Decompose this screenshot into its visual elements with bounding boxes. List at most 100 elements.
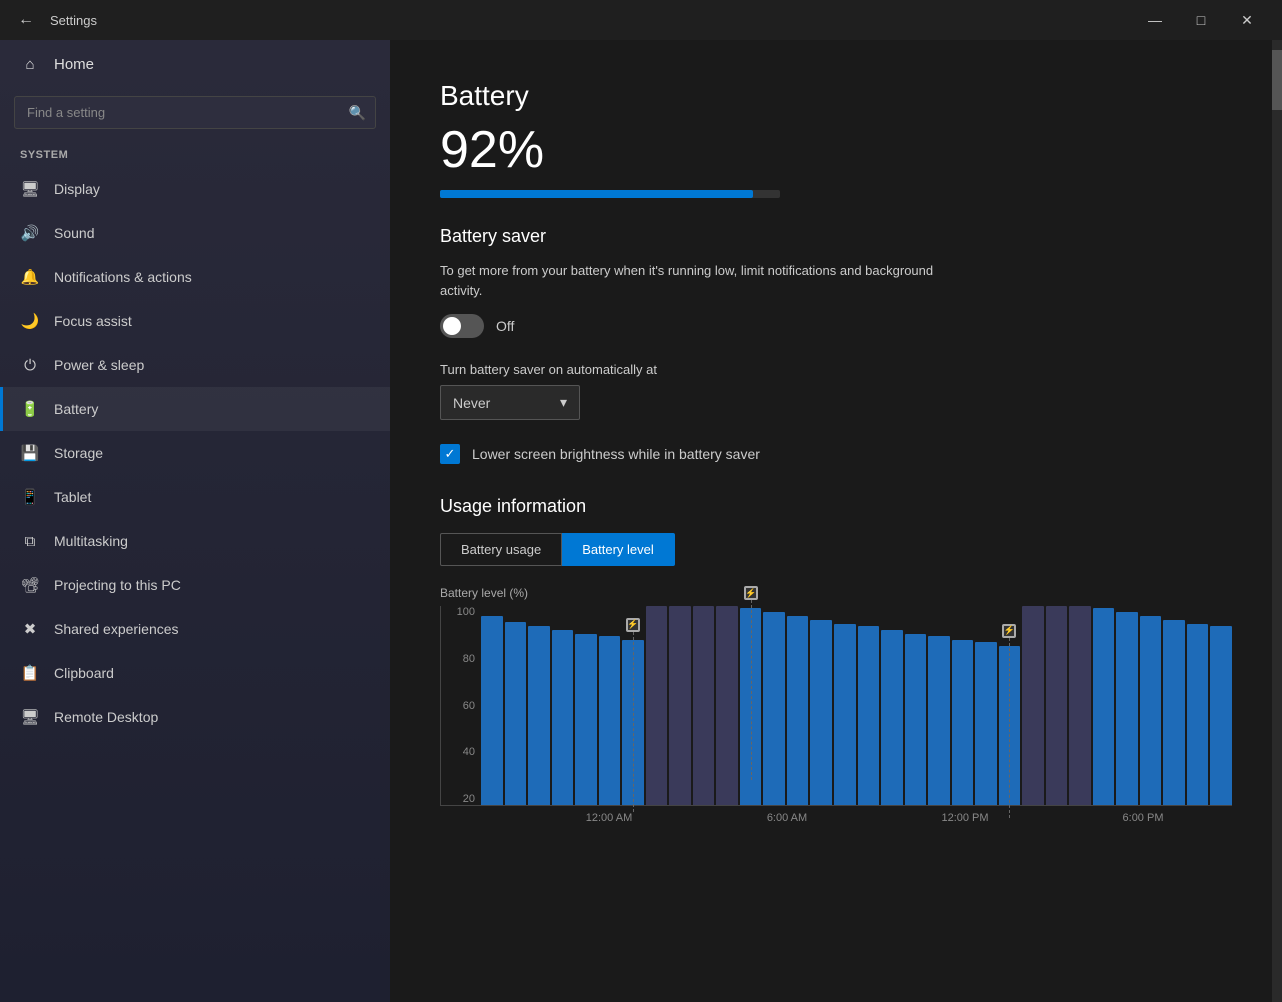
chart-bar-8 — [669, 606, 691, 805]
chart-bar-15 — [834, 624, 856, 805]
y-tick-100: 100 — [441, 606, 481, 618]
sidebar-item-tablet[interactable]: 📱 Tablet — [0, 475, 390, 519]
battery-saver-title: Battery saver — [440, 226, 1232, 247]
chart-bar-3 — [552, 630, 574, 805]
toggle-knob — [443, 317, 461, 335]
sidebar-item-focus[interactable]: 🌙 Focus assist — [0, 299, 390, 343]
chart-area: 100 80 60 40 20 ⚡ ⚡ ⚡ — [440, 606, 1232, 806]
marker-line — [1009, 638, 1010, 818]
sidebar-item-sound[interactable]: 🔊 Sound — [0, 211, 390, 255]
battery-icon: 🔋 — [20, 399, 40, 419]
x-label-6am: 6:00 AM — [698, 812, 876, 824]
tab-battery-level[interactable]: Battery level — [562, 533, 675, 566]
sidebar-section-label: System — [0, 137, 390, 167]
brightness-checkbox-row: ✓ Lower screen brightness while in batte… — [440, 444, 1232, 464]
chart-bar-1 — [505, 622, 527, 805]
chart-bar-23 — [1022, 606, 1044, 805]
y-tick-60: 60 — [441, 700, 481, 712]
sidebar-label-storage: Storage — [54, 445, 103, 461]
storage-icon: 💾 — [20, 443, 40, 463]
marker-line — [633, 632, 634, 812]
brightness-label: Lower screen brightness while in battery… — [472, 446, 760, 462]
marker-line — [751, 600, 752, 780]
app-title: Settings — [50, 13, 1132, 28]
home-icon: ⌂ — [20, 54, 40, 74]
battery-saver-toggle[interactable] — [440, 314, 484, 338]
home-label: Home — [54, 56, 94, 73]
sidebar-label-battery: Battery — [54, 401, 98, 417]
battery-bar-fill — [440, 190, 753, 198]
chart-bar-31 — [1210, 626, 1232, 805]
battery-bar-container — [440, 190, 780, 198]
dropdown-value: Never — [453, 395, 490, 411]
sidebar-item-power[interactable]: ⏻ Power & sleep — [0, 343, 390, 387]
sound-icon: 🔊 — [20, 223, 40, 243]
chart-bar-4 — [575, 634, 597, 805]
sidebar-item-remote[interactable]: 🖥 Remote Desktop — [0, 695, 390, 739]
shared-icon: ✖ — [20, 619, 40, 639]
sidebar-item-home[interactable]: ⌂ Home — [0, 40, 390, 88]
battery-chart: Battery level (%) 100 80 60 40 20 ⚡ ⚡ ⚡ — [440, 586, 1232, 824]
sidebar-item-projecting[interactable]: 📽 Projecting to this PC — [0, 563, 390, 607]
sidebar-item-battery[interactable]: 🔋 Battery — [0, 387, 390, 431]
chart-bar-30 — [1187, 624, 1209, 805]
sidebar-item-display[interactable]: 🖥 Display — [0, 167, 390, 211]
chart-bar-10 — [716, 606, 738, 805]
sidebar-item-notifications[interactable]: 🔔 Notifications & actions — [0, 255, 390, 299]
plug-icon: ⚡ — [626, 618, 640, 632]
sidebar-label-display: Display — [54, 181, 100, 197]
battery-saver-dropdown[interactable]: Never ▾ — [440, 385, 580, 420]
scrollbar-thumb[interactable] — [1272, 50, 1282, 110]
chart-bar-25 — [1069, 606, 1091, 805]
scrollbar-track[interactable] — [1272, 40, 1282, 1002]
remote-icon: 🖥 — [20, 707, 40, 727]
back-button[interactable]: ← — [12, 6, 40, 34]
bar-marker-6: ⚡ — [626, 618, 640, 632]
plug-icon: ⚡ — [1002, 624, 1016, 638]
projecting-icon: 📽 — [20, 575, 40, 595]
chart-bar-14 — [810, 620, 832, 805]
battery-saver-toggle-row: Off — [440, 314, 1232, 338]
notifications-icon: 🔔 — [20, 267, 40, 287]
sidebar-label-sound: Sound — [54, 225, 94, 241]
maximize-button[interactable]: □ — [1178, 0, 1224, 40]
main-layout: ⌂ Home 🔍 System 🖥 Display 🔊 Sound 🔔 Noti… — [0, 40, 1282, 1002]
chart-bar-20 — [952, 640, 974, 805]
sidebar-label-power: Power & sleep — [54, 357, 144, 373]
usage-title: Usage information — [440, 496, 1232, 517]
bar-marker-22: ⚡ — [1002, 624, 1016, 638]
chart-bar-0 — [481, 616, 503, 805]
chart-bar-2 — [528, 626, 550, 805]
sidebar: ⌂ Home 🔍 System 🖥 Display 🔊 Sound 🔔 Noti… — [0, 40, 390, 1002]
chart-bar-26 — [1093, 608, 1115, 805]
usage-section: Usage information Battery usage Battery … — [440, 496, 1232, 824]
sidebar-label-clipboard: Clipboard — [54, 665, 114, 681]
minimize-button[interactable]: — — [1132, 0, 1178, 40]
close-button[interactable]: ✕ — [1224, 0, 1270, 40]
chart-bar-22: ⚡ — [999, 646, 1021, 805]
chart-bar-16 — [858, 626, 880, 805]
titlebar: ← Settings — □ ✕ — [0, 0, 1282, 40]
sidebar-item-storage[interactable]: 💾 Storage — [0, 431, 390, 475]
display-icon: 🖥 — [20, 179, 40, 199]
sidebar-label-notifications: Notifications & actions — [54, 269, 192, 285]
chart-x-labels: 12:00 AM 6:00 AM 12:00 PM 6:00 PM — [440, 812, 1232, 824]
chart-y-axis: 100 80 60 40 20 — [441, 606, 481, 805]
plug-icon: ⚡ — [744, 586, 758, 600]
chart-bar-19 — [928, 636, 950, 805]
sidebar-item-shared[interactable]: ✖ Shared experiences — [0, 607, 390, 651]
x-label-noon: 12:00 PM — [876, 812, 1054, 824]
search-icon: 🔍 — [349, 104, 366, 121]
search-input[interactable] — [14, 96, 376, 129]
chart-bar-29 — [1163, 620, 1185, 805]
chart-bar-5 — [599, 636, 621, 805]
usage-tabs: Battery usage Battery level — [440, 533, 1232, 566]
tablet-icon: 📱 — [20, 487, 40, 507]
sidebar-item-multitasking[interactable]: ⧉ Multitasking — [0, 519, 390, 563]
clipboard-icon: 📋 — [20, 663, 40, 683]
tab-battery-usage[interactable]: Battery usage — [440, 533, 562, 566]
sidebar-item-clipboard[interactable]: 📋 Clipboard — [0, 651, 390, 695]
chart-bar-17 — [881, 630, 903, 805]
battery-percentage: 92% — [440, 120, 1232, 180]
brightness-checkbox[interactable]: ✓ — [440, 444, 460, 464]
